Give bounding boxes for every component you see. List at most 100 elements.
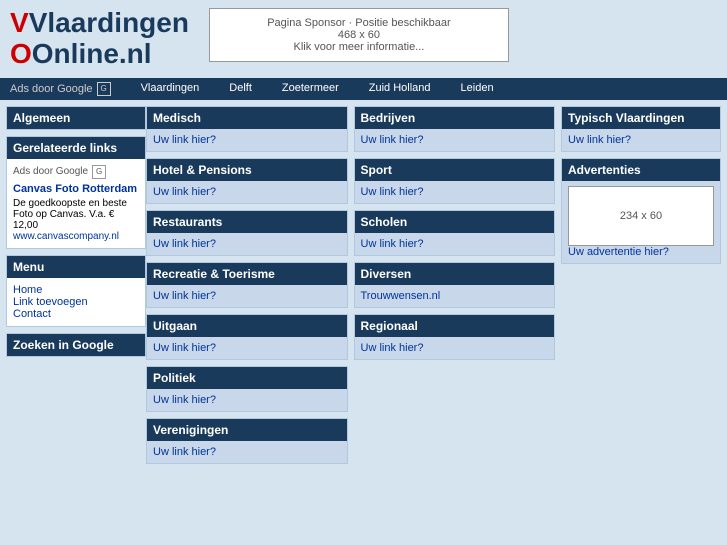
sidebar-algemeen-header: Algemeen bbox=[7, 107, 145, 129]
nav-leiden[interactable]: Leiden bbox=[461, 82, 494, 96]
cat-recreatie: Recreatie & Toerisme Uw link hier? bbox=[146, 262, 348, 308]
cat-diversen-body: Trouwwensen.nl bbox=[355, 285, 555, 307]
sidebar-gerelateerde: Gerelateerde links Ads door Google G Can… bbox=[6, 136, 146, 249]
ad-url[interactable]: www.canvascompany.nl bbox=[13, 231, 139, 242]
cat-medisch: Medisch Uw link hier? bbox=[146, 106, 348, 152]
cat-regionaal: Regionaal Uw link hier? bbox=[354, 314, 556, 360]
logo-line1: VVlaardingen bbox=[10, 8, 189, 39]
cat-hotel-header: Hotel & Pensions bbox=[147, 159, 347, 181]
cat-diversen-header: Diversen bbox=[355, 263, 555, 285]
cat-hotel: Hotel & Pensions Uw link hier? bbox=[146, 158, 348, 204]
sidebar-gerelateerde-header: Gerelateerde links bbox=[7, 137, 145, 159]
google-icon: G bbox=[97, 82, 111, 96]
cat-bedrijven-link[interactable]: Uw link hier? bbox=[361, 134, 424, 146]
menu-contact[interactable]: Contact bbox=[13, 308, 139, 320]
cat-hotel-link[interactable]: Uw link hier? bbox=[153, 186, 216, 198]
cat-scholen-link[interactable]: Uw link hier? bbox=[361, 238, 424, 250]
cat-recreatie-link[interactable]: Uw link hier? bbox=[153, 290, 216, 302]
logo-line2: OOnline.nl bbox=[10, 39, 189, 70]
menu-home[interactable]: Home bbox=[13, 284, 139, 296]
cat-restaurants-link[interactable]: Uw link hier? bbox=[153, 238, 216, 250]
nav-vlaardingen[interactable]: Vlaardingen bbox=[141, 82, 200, 96]
cat-uitgaan-link[interactable]: Uw link hier? bbox=[153, 342, 216, 354]
sidebar-menu-content: Home Link toevoegen Contact bbox=[7, 278, 145, 326]
cat-advertenties-header: Advertenties bbox=[562, 159, 720, 181]
cat-restaurants-body: Uw link hier? bbox=[147, 233, 347, 255]
cat-typisch-body: Uw link hier? bbox=[562, 129, 720, 151]
cat-regionaal-link[interactable]: Uw link hier? bbox=[361, 342, 424, 354]
ads-google-nav: Ads door Google G bbox=[10, 82, 111, 96]
cat-politiek-header: Politiek bbox=[147, 367, 347, 389]
cat-hotel-body: Uw link hier? bbox=[147, 181, 347, 203]
cat-politiek-link[interactable]: Uw link hier? bbox=[153, 394, 216, 406]
main-layout: Algemeen Gerelateerde links Ads door Goo… bbox=[0, 100, 727, 470]
cat-scholen: Scholen Uw link hier? bbox=[354, 210, 556, 256]
cat-medisch-link[interactable]: Uw link hier? bbox=[153, 134, 216, 146]
nav-delft[interactable]: Delft bbox=[229, 82, 252, 96]
menu-link-toevoegen[interactable]: Link toevoegen bbox=[13, 296, 139, 308]
cat-sport-body: Uw link hier? bbox=[355, 181, 555, 203]
sidebar-menu-header: Menu bbox=[7, 256, 145, 278]
ad-text: De goedkoopste en beste Foto op Canvas. … bbox=[13, 198, 139, 231]
sponsor-box[interactable]: Pagina Sponsor · Positie beschikbaar 468… bbox=[209, 8, 509, 62]
sidebar-zoeken: Zoeken in Google bbox=[6, 333, 146, 357]
cat-politiek: Politiek Uw link hier? bbox=[146, 366, 348, 412]
cat-typisch: Typisch Vlaardingen Uw link hier? bbox=[561, 106, 721, 152]
google-icon-sidebar: G bbox=[92, 165, 106, 179]
cat-uitgaan-body: Uw link hier? bbox=[147, 337, 347, 359]
cat-verenigingen-link[interactable]: Uw link hier? bbox=[153, 446, 216, 458]
cat-diversen-link[interactable]: Trouwwensen.nl bbox=[361, 290, 441, 302]
ads-google-sidebar: Ads door Google G bbox=[13, 165, 139, 179]
cat-verenigingen-header: Verenigingen bbox=[147, 419, 347, 441]
ad-banner-size: 234 x 60 bbox=[620, 210, 662, 222]
content-area: Medisch Uw link hier? Hotel & Pensions U… bbox=[146, 106, 721, 464]
sidebar-menu: Menu Home Link toevoegen Contact bbox=[6, 255, 146, 327]
cat-medisch-body: Uw link hier? bbox=[147, 129, 347, 151]
sidebar-algemeen: Algemeen bbox=[6, 106, 146, 130]
sponsor-line3: Klik voor meer informatie... bbox=[230, 41, 488, 53]
cat-uitgaan-header: Uitgaan bbox=[147, 315, 347, 337]
cat-diversen: Diversen Trouwwensen.nl bbox=[354, 262, 556, 308]
cat-regionaal-header: Regionaal bbox=[355, 315, 555, 337]
cat-scholen-header: Scholen bbox=[355, 211, 555, 233]
cat-recreatie-body: Uw link hier? bbox=[147, 285, 347, 307]
cat-restaurants-header: Restaurants bbox=[147, 211, 347, 233]
cat-scholen-body: Uw link hier? bbox=[355, 233, 555, 255]
ad-banner-link[interactable]: Uw advertentie hier? bbox=[568, 246, 669, 258]
cat-recreatie-header: Recreatie & Toerisme bbox=[147, 263, 347, 285]
cat-typisch-link[interactable]: Uw link hier? bbox=[568, 134, 631, 146]
header: VVlaardingen OOnline.nl Pagina Sponsor ·… bbox=[0, 0, 727, 78]
cat-medisch-header: Medisch bbox=[147, 107, 347, 129]
cat-uitgaan: Uitgaan Uw link hier? bbox=[146, 314, 348, 360]
ads-google-sidebar-label: Ads door Google bbox=[13, 166, 88, 177]
ad-link1[interactable]: Canvas Foto Rotterdam bbox=[13, 183, 139, 195]
cat-restaurants: Restaurants Uw link hier? bbox=[146, 210, 348, 256]
cat-politiek-body: Uw link hier? bbox=[147, 389, 347, 411]
ads-google-label: Ads door Google bbox=[10, 83, 93, 95]
sidebar-gerelateerde-content: Ads door Google G Canvas Foto Rotterdam … bbox=[7, 159, 145, 248]
col1: Medisch Uw link hier? Hotel & Pensions U… bbox=[146, 106, 348, 464]
cat-advertenties-body: 234 x 60 Uw advertentie hier? bbox=[562, 181, 720, 263]
cat-advertenties: Advertenties 234 x 60 Uw advertentie hie… bbox=[561, 158, 721, 264]
sidebar: Algemeen Gerelateerde links Ads door Goo… bbox=[6, 106, 146, 464]
cat-bedrijven: Bedrijven Uw link hier? bbox=[354, 106, 556, 152]
nav-zoetermeer[interactable]: Zoetermeer bbox=[282, 82, 339, 96]
navbar: Ads door Google G Vlaardingen Delft Zoet… bbox=[0, 78, 727, 100]
cat-typisch-header: Typisch Vlaardingen bbox=[562, 107, 720, 129]
sidebar-zoeken-header: Zoeken in Google bbox=[7, 334, 145, 356]
sponsor-line1: Pagina Sponsor · Positie beschikbaar bbox=[230, 17, 488, 29]
cat-sport-header: Sport bbox=[355, 159, 555, 181]
cat-sport: Sport Uw link hier? bbox=[354, 158, 556, 204]
col2: Bedrijven Uw link hier? Sport Uw link hi… bbox=[354, 106, 556, 464]
cat-verenigingen: Verenigingen Uw link hier? bbox=[146, 418, 348, 464]
cat-bedrijven-body: Uw link hier? bbox=[355, 129, 555, 151]
cat-bedrijven-header: Bedrijven bbox=[355, 107, 555, 129]
ad-banner-box: 234 x 60 bbox=[568, 186, 714, 246]
nav-zuidholland[interactable]: Zuid Holland bbox=[369, 82, 431, 96]
col3: Typisch Vlaardingen Uw link hier? Advert… bbox=[561, 106, 721, 464]
cat-sport-link[interactable]: Uw link hier? bbox=[361, 186, 424, 198]
logo: VVlaardingen OOnline.nl bbox=[10, 8, 189, 70]
cat-regionaal-body: Uw link hier? bbox=[355, 337, 555, 359]
sponsor-line2: 468 x 60 bbox=[230, 29, 488, 41]
logo-v: V bbox=[10, 7, 29, 38]
